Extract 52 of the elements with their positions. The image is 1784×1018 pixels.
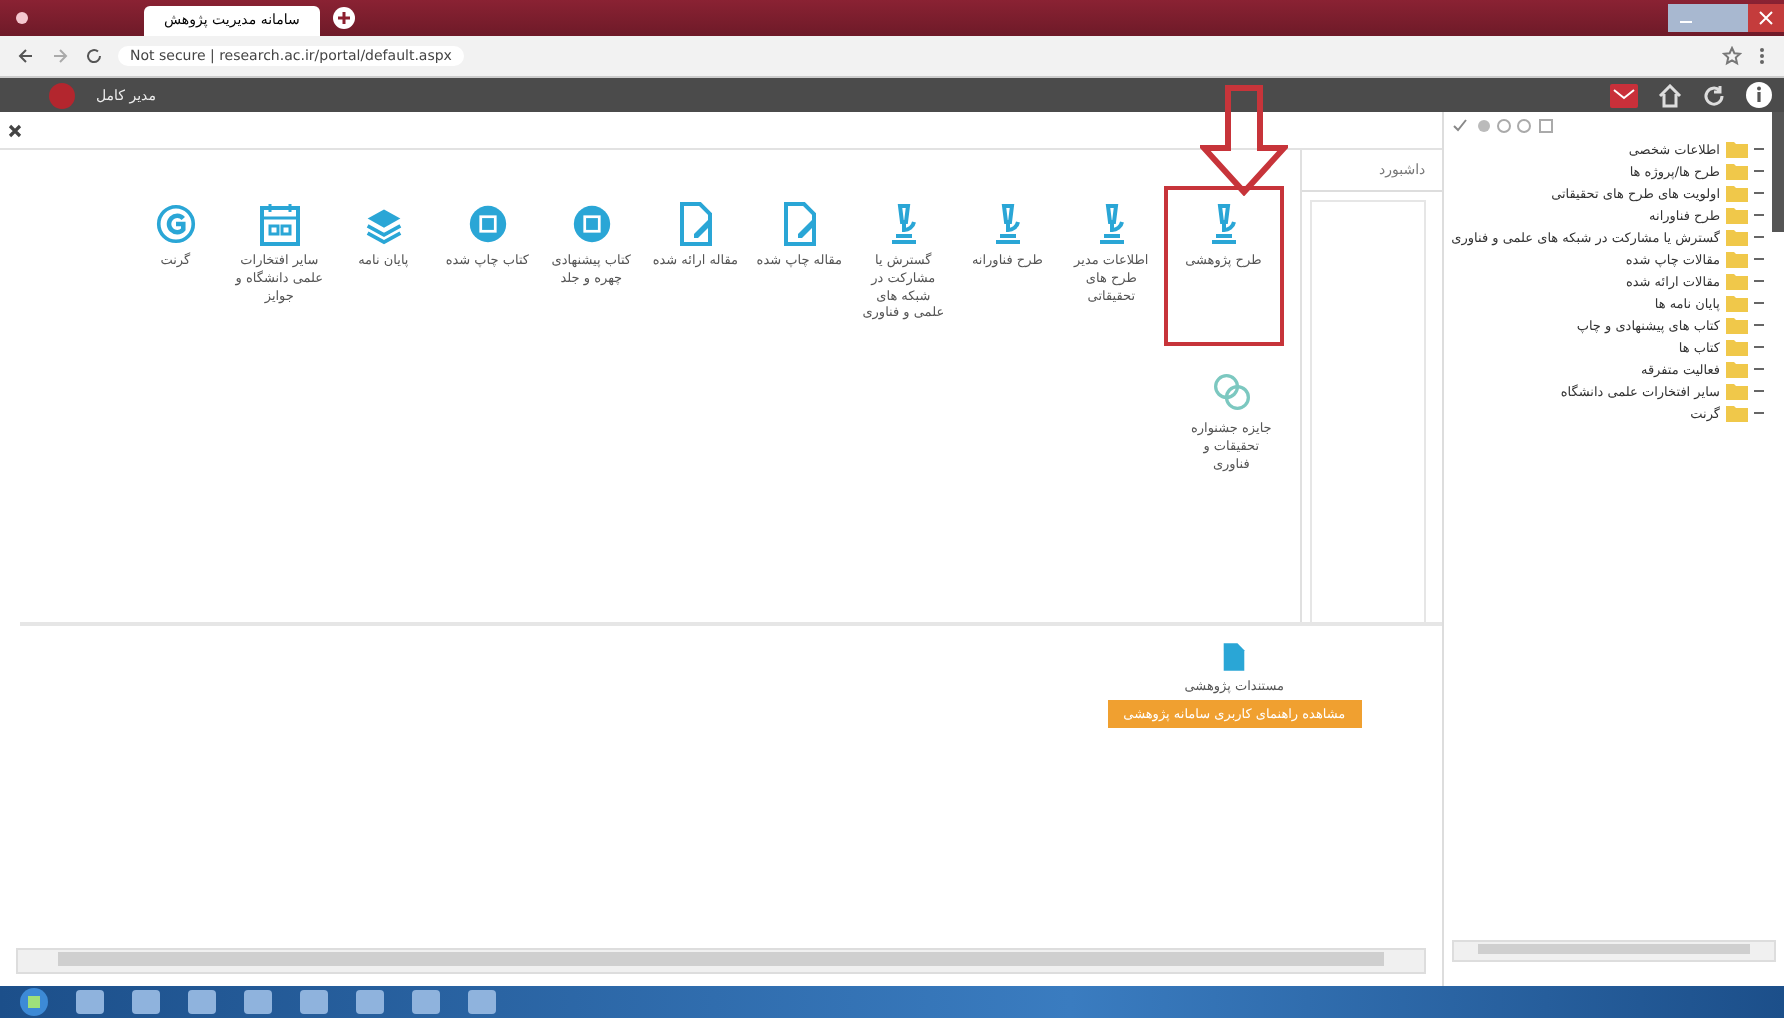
circle-g-icon [155,202,196,246]
folder-icon [1726,140,1748,158]
refresh-icon[interactable] [1702,83,1726,107]
expand-icon[interactable] [1754,276,1764,286]
new-tab-icon[interactable] [331,6,356,30]
reload-icon[interactable] [84,46,104,66]
expand-icon[interactable] [1754,364,1764,374]
menu-icon[interactable] [1756,46,1768,66]
star-icon[interactable] [1722,46,1742,66]
arrow-annotation [1200,84,1288,196]
folder-icon [1726,360,1748,378]
scrollbar[interactable] [1451,940,1776,962]
expand-icon[interactable] [1754,320,1764,330]
medals-icon [1211,370,1252,415]
window-icon [12,8,32,28]
expand-icon[interactable] [1754,166,1764,176]
folder-icon [1726,206,1748,224]
document-edit-icon [675,202,716,246]
document-edit-icon [779,202,820,246]
document-icon[interactable] [1222,642,1247,672]
expand-icon[interactable] [1754,188,1764,198]
expand-icon[interactable] [1754,408,1764,418]
logo-icon [48,81,76,109]
back-icon[interactable] [16,46,36,66]
calendar-icon [259,202,300,246]
scrollbar[interactable] [1772,112,1784,232]
disc-icon [571,202,612,246]
expand-icon[interactable] [1754,210,1764,220]
folder-icon [1726,272,1748,290]
home-icon[interactable] [1658,83,1682,107]
folder-icon [1726,294,1748,312]
expand-icon[interactable] [1754,298,1764,308]
expand-icon[interactable] [1754,144,1764,154]
folder-icon [1726,162,1748,180]
folder-icon [1726,338,1748,356]
folder-icon [1726,382,1748,400]
window-controls-icon[interactable] [1668,4,1784,32]
expand-icon[interactable] [1754,386,1764,396]
scrollbar[interactable] [16,948,1426,974]
expand-icon[interactable] [1754,254,1764,264]
expand-icon[interactable] [1754,232,1764,242]
expand-icon[interactable] [1754,342,1764,352]
start-icon[interactable] [20,988,48,1016]
folder-icon [1726,316,1748,334]
folder-icon [1726,250,1748,268]
info-icon[interactable] [1746,82,1772,108]
close-icon[interactable] [8,123,22,137]
mail-icon[interactable] [1610,83,1638,107]
folder-icon [1726,404,1748,422]
folder-icon [1726,184,1748,202]
folder-icon [1726,228,1748,246]
disc-icon [467,202,508,246]
